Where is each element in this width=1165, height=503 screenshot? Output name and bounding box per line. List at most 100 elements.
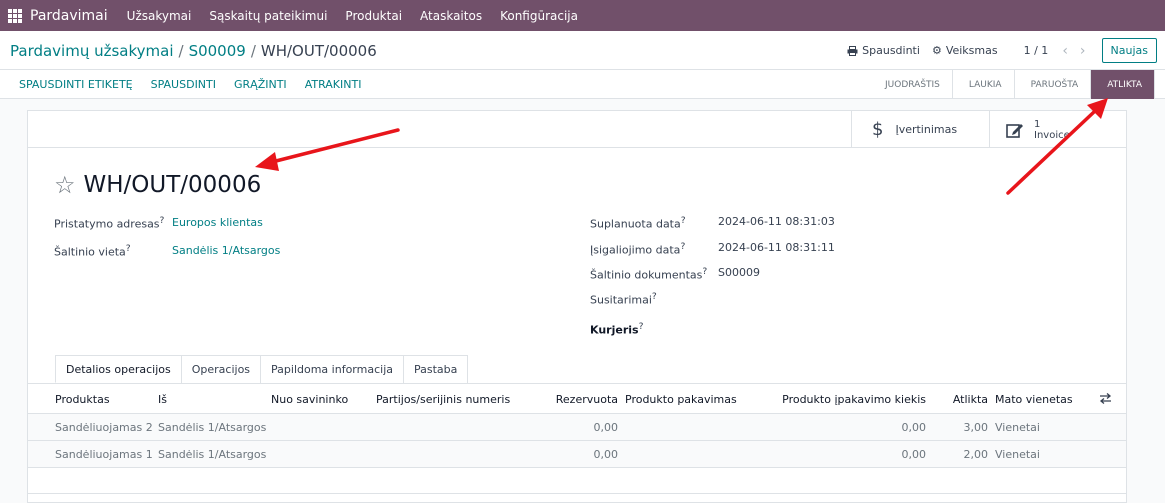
table-row[interactable]: Sandėliuojamas 2 Sandėlis 1/Atsargos 0,0…: [28, 414, 1126, 441]
status-stage-label: PARUOŠTA: [1030, 79, 1079, 90]
print-button-secondary[interactable]: SPAUSDINTI: [142, 78, 225, 91]
nav-item-configuration[interactable]: Konfigūracija: [491, 9, 587, 23]
column-header-reserved[interactable]: Rezervuota: [538, 393, 618, 406]
agreement-label: Susitarimai?: [590, 291, 657, 307]
breadcrumb-sales-orders[interactable]: Pardavimų užsakymai: [10, 42, 174, 60]
cell-reserved: 0,00: [593, 421, 619, 434]
printer-icon: [847, 45, 858, 56]
control-tools: Spausdinti ⚙ Veiksmas 1 / 1 ‹ › Naujas: [847, 31, 1165, 70]
tab-detailed-operations[interactable]: Detalios operacijos: [55, 355, 182, 383]
cell-uom: Vienetai: [995, 421, 1040, 434]
effective-date-value[interactable]: 2024-06-11 08:31:11: [718, 241, 835, 254]
column-header-pack-qty[interactable]: Produkto įpakavimo kiekis: [768, 393, 926, 406]
tab-note[interactable]: Pastaba: [403, 355, 469, 383]
new-button[interactable]: Naujas: [1101, 38, 1157, 63]
status-bar: JUODRAŠTIS LAUKIA PARUOŠTA ATLIKTA: [873, 70, 1155, 99]
help-icon: ?: [651, 291, 657, 302]
source-document-label: Šaltinio dokumentas?: [590, 266, 708, 282]
gear-icon: ⚙: [931, 44, 942, 57]
status-stage-label: LAUKIA: [968, 79, 1002, 90]
status-stage-waiting[interactable]: LAUKIA: [953, 70, 1015, 99]
valuation-button[interactable]: $ Įvertinimas: [851, 111, 989, 148]
invoice-label: Invoice: [1034, 129, 1070, 141]
chevron-left-icon[interactable]: ‹: [1062, 43, 1068, 59]
breadcrumb-current: WH/OUT/00006: [260, 42, 377, 60]
source-document-value[interactable]: S00009: [718, 266, 760, 279]
scheduled-date-label: Suplanuota data?: [590, 215, 686, 231]
cell-done: 2,00: [963, 448, 989, 461]
cell-pack-qty: 0,00: [901, 448, 927, 461]
action-label: Veiksmas: [945, 44, 998, 57]
cell-done: 3,00: [963, 421, 989, 434]
nav-item-products[interactable]: Produktai: [336, 9, 411, 23]
edit-icon: [1006, 123, 1023, 138]
record-title: ☆ WH/OUT/00006: [54, 171, 261, 199]
column-header-from[interactable]: Iš: [158, 393, 167, 406]
header-actions: SPAUSDINTI ETIKETĘ SPAUSDINTI GRĄŽINTI A…: [10, 70, 370, 99]
dollar-icon: $: [872, 119, 884, 140]
help-icon: ?: [680, 241, 686, 252]
tab-additional-info[interactable]: Papildoma informacija: [260, 355, 404, 383]
cell-product: Sandėliuojamas 2: [55, 421, 153, 434]
star-icon[interactable]: ☆: [54, 171, 76, 199]
breadcrumb-separator: /: [178, 42, 184, 60]
tab-operations[interactable]: Operacijos: [180, 355, 262, 383]
delivery-address-label: Pristatymo adresas?: [54, 215, 165, 231]
effective-date-label: Įsigaliojimo data?: [590, 241, 686, 257]
notebook-tabs: Detalios operacijos Operacijos Papildoma…: [55, 355, 469, 383]
cell-from: Sandėlis 1/Atsargos: [158, 421, 267, 434]
delivery-address-value[interactable]: Europos klientas: [172, 216, 263, 229]
print-label-button[interactable]: SPAUSDINTI ETIKETĘ: [10, 78, 142, 91]
column-header-done[interactable]: Atlikta: [938, 393, 988, 406]
print-button[interactable]: Spausdinti: [847, 44, 920, 57]
cell-reserved: 0,00: [593, 448, 619, 461]
record-name: WH/OUT/00006: [83, 172, 262, 198]
apps-menu-icon[interactable]: [8, 8, 22, 23]
breadcrumb: Pardavimų užsakymai / S00009/WH/OUT/00006: [10, 42, 377, 60]
nav-item-orders[interactable]: Užsakymai: [118, 9, 201, 23]
help-icon: ?: [702, 266, 708, 277]
return-button[interactable]: GRĄŽINTI: [225, 78, 296, 91]
table-empty-row: [28, 468, 1126, 494]
status-stage-label: ATLIKTA: [1107, 79, 1142, 90]
help-icon: ?: [680, 215, 686, 226]
nav-item-to-invoice[interactable]: Sąskaitų pateikimui: [200, 9, 336, 23]
app-brand[interactable]: Pardavimai: [30, 8, 108, 24]
smart-button-box: $ Įvertinimas 1 Invoice: [28, 111, 1126, 148]
print-label: Spausdinti: [862, 44, 920, 57]
cell-product: Sandėliuojamas 1: [55, 448, 153, 461]
column-header-lot[interactable]: Partijos/serijinis numeris: [376, 393, 510, 406]
scheduled-date-value[interactable]: 2024-06-11 08:31:03: [718, 215, 835, 228]
valuation-label: Įvertinimas: [895, 123, 958, 136]
help-icon: ?: [638, 321, 644, 332]
chevron-right-icon[interactable]: ›: [1080, 43, 1086, 59]
invoice-button[interactable]: 1 Invoice: [989, 111, 1127, 148]
column-header-product[interactable]: Produktas: [55, 393, 110, 406]
status-stage-ready[interactable]: PARUOŠTA: [1015, 70, 1092, 99]
breadcrumb-separator: /: [250, 42, 256, 60]
nav-item-reporting[interactable]: Ataskaitos: [411, 9, 491, 23]
source-location-label: Šaltinio vieta?: [54, 243, 131, 259]
form-sheet: $ Įvertinimas 1 Invoice ☆ WH/OUT/00006 P…: [27, 110, 1127, 503]
source-location-value[interactable]: Sandėlis 1/Atsargos: [172, 244, 280, 257]
control-panel: Pardavimų užsakymai / S00009/WH/OUT/00006 …: [0, 31, 1165, 70]
invoice-count: 1: [1034, 118, 1041, 130]
column-header-uom[interactable]: Mato vienetas: [995, 393, 1073, 406]
table-header: Produktas Iš Nuo savininko Partijos/seri…: [28, 384, 1126, 414]
unlock-button[interactable]: ATRAKINTI: [296, 78, 371, 91]
action-bar: SPAUSDINTI ETIKETĘ SPAUSDINTI GRĄŽINTI A…: [0, 70, 1165, 99]
cell-from: Sandėlis 1/Atsargos: [158, 448, 267, 461]
cell-uom: Vienetai: [995, 448, 1040, 461]
action-button[interactable]: ⚙ Veiksmas: [932, 44, 998, 57]
column-header-packaging[interactable]: Produkto pakavimas: [625, 393, 737, 406]
help-icon: ?: [159, 215, 165, 226]
pager-value[interactable]: 1 / 1: [1024, 44, 1049, 57]
cell-pack-qty: 0,00: [901, 421, 927, 434]
table-row[interactable]: Sandėliuojamas 1 Sandėlis 1/Atsargos 0,0…: [28, 441, 1126, 468]
column-header-owner[interactable]: Nuo savininko: [271, 393, 348, 406]
carrier-label: Kurjeris?: [590, 321, 644, 337]
breadcrumb-order[interactable]: S00009: [189, 42, 246, 60]
optional-columns-icon[interactable]: [1099, 393, 1112, 404]
status-stage-done[interactable]: ATLIKTA: [1091, 70, 1155, 99]
status-stage-draft[interactable]: JUODRAŠTIS: [873, 70, 953, 99]
